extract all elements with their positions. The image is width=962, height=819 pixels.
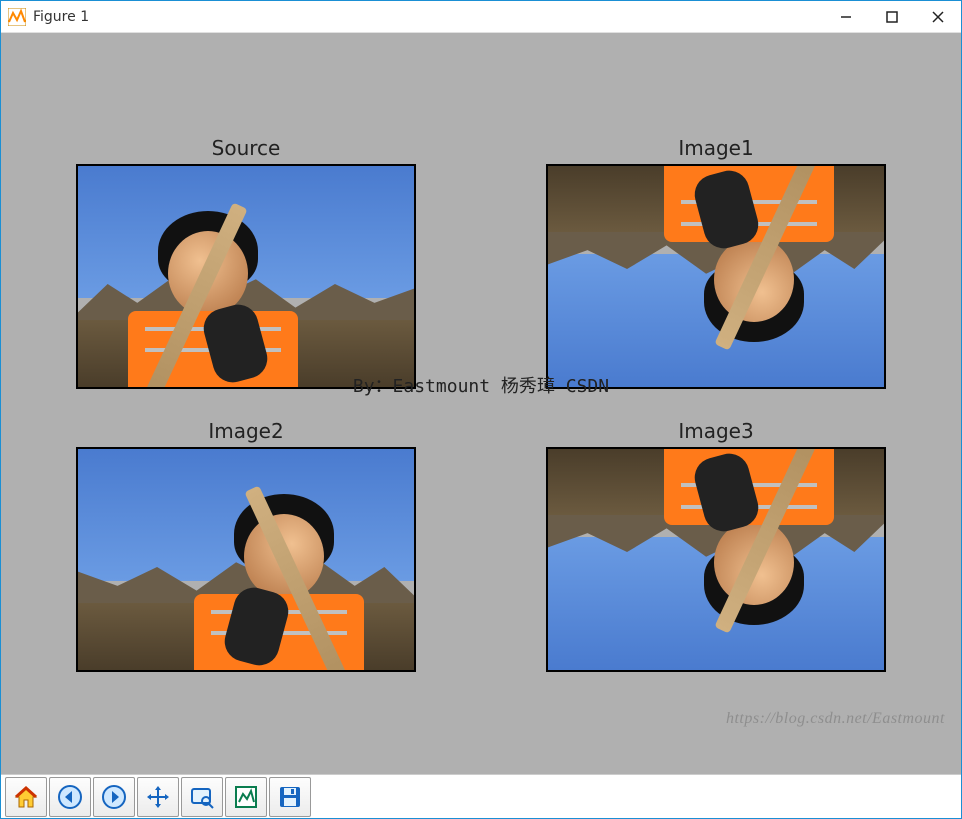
pan-button[interactable] [137,777,179,817]
figure-window: Figure 1 Source [0,0,962,819]
forward-button[interactable] [93,777,135,817]
image-source [76,164,416,389]
app-icon [7,7,27,27]
subplots-config-button[interactable] [225,777,267,817]
titlebar: Figure 1 [1,1,961,33]
watermark-text: https://blog.csdn.net/Eastmount [726,710,945,728]
subplot-title: Image2 [208,419,283,443]
subplot-title: Image3 [678,419,753,443]
window-controls [823,1,961,32]
image-image3 [546,447,886,672]
zoom-button[interactable] [181,777,223,817]
subplot-source: Source [41,136,451,389]
mpl-toolbar [1,774,961,818]
subplot-image1: Image1 [511,136,921,389]
window-title: Figure 1 [33,9,89,25]
back-button[interactable] [49,777,91,817]
subplot-image3: Image3 [511,419,921,672]
maximize-button[interactable] [869,1,915,32]
subplot-title: Image1 [678,136,753,160]
figure-suptitle: By：Eastmount 杨秀璋 CSDN [41,372,921,398]
subplot-title: Source [212,136,281,160]
close-button[interactable] [915,1,961,32]
image-image2 [76,447,416,672]
plot-canvas: Source [1,33,961,774]
image-image1 [546,164,886,389]
home-button[interactable] [5,777,47,817]
save-button[interactable] [269,777,311,817]
minimize-button[interactable] [823,1,869,32]
subplot-image2: Image2 [41,419,451,672]
subplot-grid: Source [41,136,921,672]
